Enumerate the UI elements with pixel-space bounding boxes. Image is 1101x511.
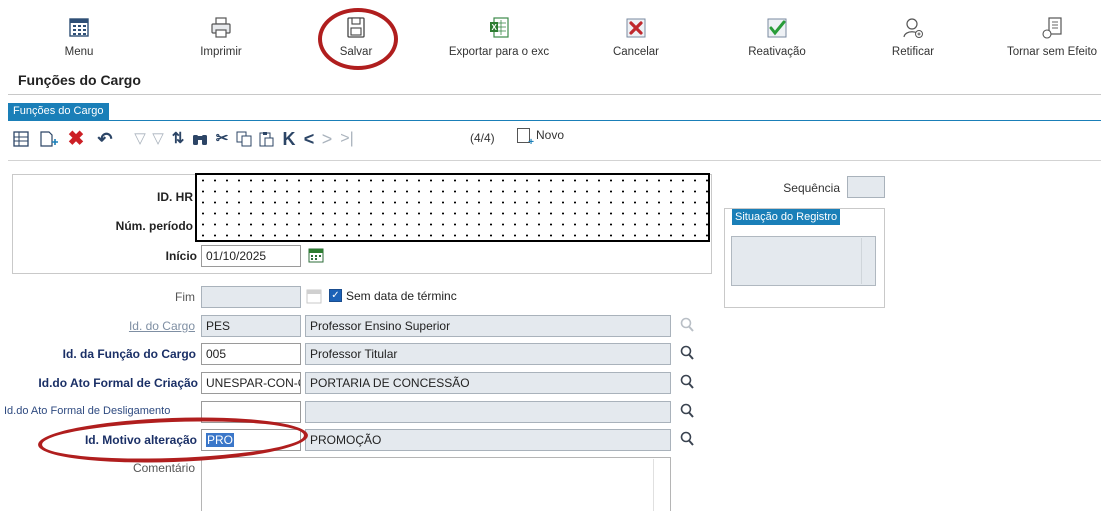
cancelar-label: Cancelar	[612, 46, 660, 58]
new-record-icon[interactable]	[38, 129, 60, 149]
copy-icon[interactable]	[234, 129, 254, 149]
search-ato-criacao-icon[interactable]	[680, 374, 694, 390]
filter-icon[interactable]: ▽	[132, 129, 148, 149]
last-record-icon[interactable]: >|	[338, 129, 356, 149]
inicio-label: Início	[165, 249, 197, 263]
ato-desligamento-label: Id.do Ato Formal de Desligamento	[4, 405, 171, 417]
sequencia-label: Sequência	[783, 181, 840, 195]
sort-icon[interactable]: ⇅	[168, 129, 188, 149]
page-title: Funções do Cargo	[18, 72, 141, 88]
tornar-sem-efeito-button[interactable]: Tornar sem Efeito	[1006, 16, 1098, 58]
calendar-disabled-icon	[306, 289, 322, 304]
binoculars-find-icon[interactable]	[190, 129, 210, 149]
reactivate-check-icon	[767, 18, 787, 38]
retificar-label: Retificar	[891, 46, 935, 58]
exportar-label: Exportar para o exc	[448, 46, 550, 58]
retificar-button[interactable]: Retificar	[887, 16, 939, 58]
main-toolbar: Menu Imprimir Salvar X Exportar para o e…	[0, 0, 1101, 68]
id-hr-label: ID. HR	[157, 190, 193, 204]
first-record-icon[interactable]: K	[280, 129, 298, 149]
sem-data-checkbox[interactable]: ✓	[329, 289, 342, 302]
record-counter: (4/4)	[470, 131, 495, 145]
menu-grid-icon	[69, 18, 89, 37]
inicio-date-field[interactable]: 01/10/2025	[201, 245, 301, 267]
cancel-x-icon	[626, 18, 646, 38]
id-funcao-code-field[interactable]: 005	[201, 343, 301, 365]
reativacao-label: Reativação	[748, 46, 806, 58]
id-funcao-label: Id. da Função do Cargo	[62, 347, 196, 361]
search-ato-desligamento-icon[interactable]	[680, 403, 694, 419]
svg-text:X: X	[492, 23, 498, 32]
undo-icon[interactable]: ↶	[96, 129, 114, 149]
ato-criacao-code-field[interactable]: UNESPAR-CON-C	[201, 372, 301, 394]
novo-button[interactable]: Novo	[517, 128, 565, 148]
num-periodo-label: Núm. período	[115, 219, 193, 233]
annotation-circle-salvar	[318, 8, 398, 70]
imprimir-button[interactable]: Imprimir	[196, 16, 246, 58]
motivo-desc-field: PROMOÇÃO	[305, 429, 671, 451]
search-motivo-icon[interactable]	[680, 431, 694, 447]
toolbar-divider	[8, 160, 1101, 161]
search-funcao-icon[interactable]	[680, 345, 694, 361]
situacao-label: Situação do Registro	[732, 209, 841, 225]
fim-date-field[interactable]	[201, 286, 301, 308]
document-void-icon	[1042, 17, 1062, 39]
cut-icon[interactable]: ✂	[212, 129, 232, 149]
redacted-area	[195, 173, 710, 242]
ato-criacao-label: Id.do Ato Formal de Criação	[38, 376, 198, 390]
id-cargo-code-field[interactable]: PES	[201, 315, 301, 337]
reativacao-button[interactable]: Reativação	[744, 16, 810, 58]
calendar-icon[interactable]	[308, 247, 324, 263]
ato-criacao-desc-field: PORTARIA DE CONCESSÃO	[305, 372, 671, 394]
tornar-sem-efeito-label: Tornar sem Efeito	[1006, 46, 1098, 58]
novo-page-icon	[517, 128, 534, 148]
comentario-scrollbar[interactable]	[653, 459, 669, 511]
search-cargo-icon	[680, 317, 694, 333]
novo-label: Novo	[536, 128, 565, 142]
id-cargo-label[interactable]: Id. do Cargo	[60, 319, 195, 333]
fim-label: Fim	[175, 290, 195, 304]
clear-filter-icon[interactable]: ▽	[150, 129, 166, 149]
menu-label: Menu	[64, 46, 94, 58]
tab-strip: Funções do Cargo	[8, 103, 1101, 121]
delete-record-icon[interactable]: ✖	[66, 129, 86, 149]
previous-record-icon[interactable]: <	[300, 129, 318, 149]
id-cargo-desc-field: Professor Ensino Superior	[305, 315, 671, 337]
menu-button[interactable]: Menu	[58, 16, 100, 58]
next-record-icon[interactable]: >	[318, 129, 336, 149]
comentario-textarea[interactable]	[201, 457, 671, 511]
grid-view-icon[interactable]	[12, 129, 32, 149]
imprimir-label: Imprimir	[200, 46, 242, 58]
paste-icon[interactable]	[256, 129, 276, 149]
cancelar-button[interactable]: Cancelar	[611, 16, 661, 58]
id-funcao-desc-field: Professor Titular	[305, 343, 671, 365]
sem-data-label: Sem data de términc	[346, 289, 457, 303]
comentario-label: Comentário	[132, 461, 195, 475]
situacao-textarea[interactable]	[731, 236, 876, 286]
ato-desligamento-desc-field	[305, 401, 671, 423]
excel-export-icon: X	[490, 17, 509, 38]
printer-icon	[211, 17, 231, 38]
sequencia-field[interactable]	[847, 176, 885, 198]
title-divider	[8, 94, 1101, 95]
tab-funcoes-do-cargo[interactable]: Funções do Cargo	[8, 103, 109, 121]
exportar-button[interactable]: X Exportar para o exc	[446, 16, 552, 58]
user-edit-icon	[903, 18, 923, 38]
situacao-scrollbar[interactable]	[861, 238, 874, 284]
